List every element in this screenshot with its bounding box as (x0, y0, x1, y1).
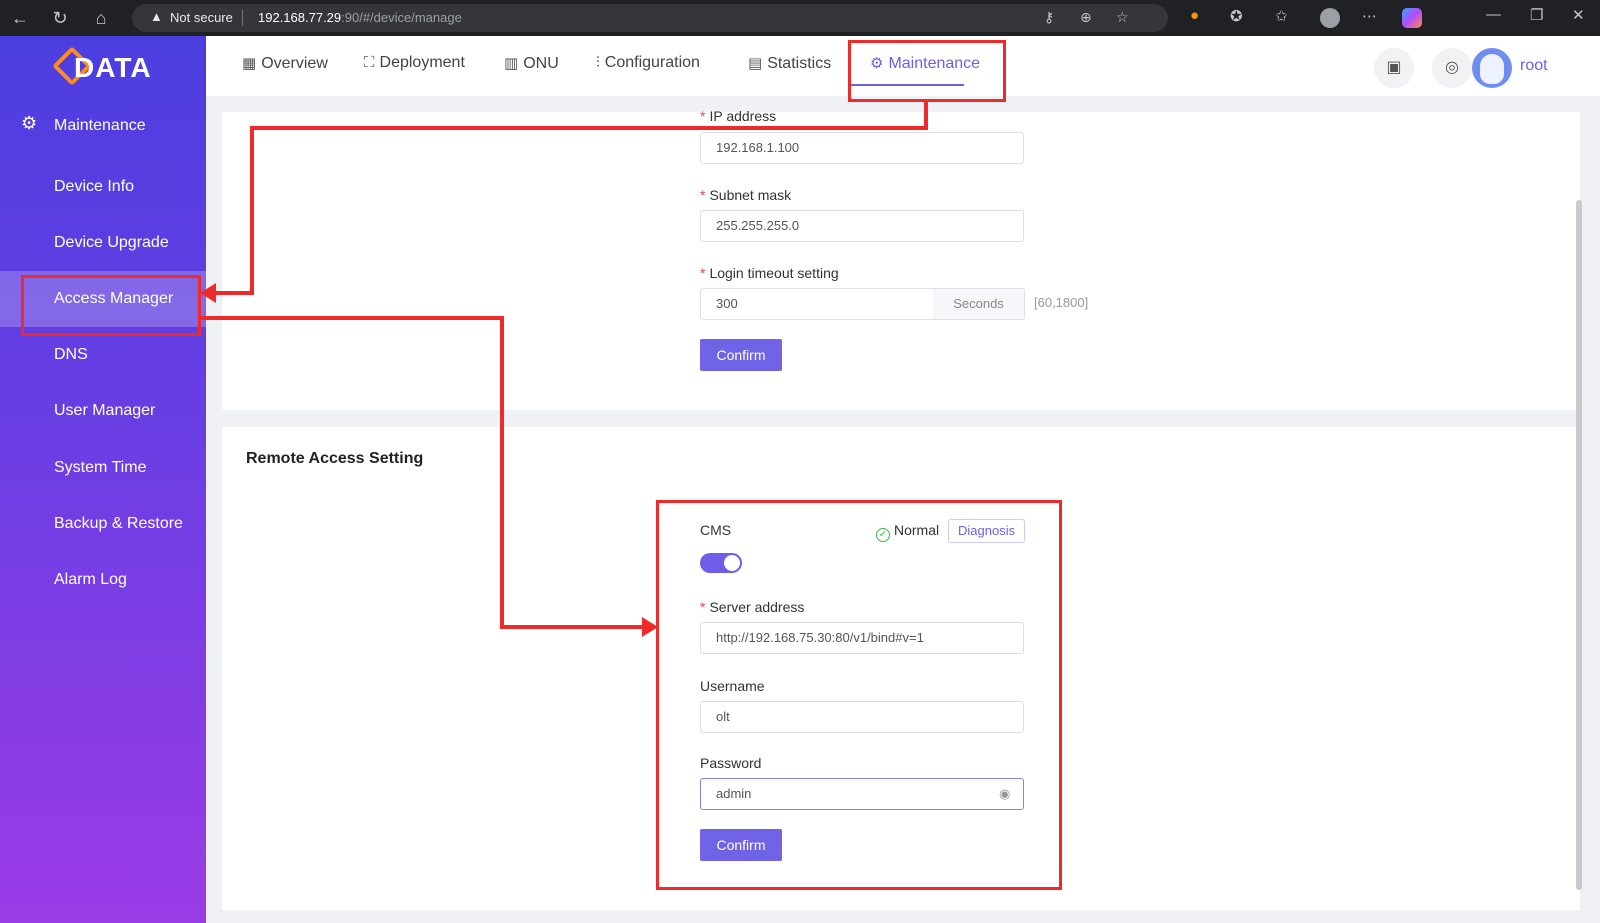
annotation-arrows (200, 102, 928, 637)
arrowhead-access-manager (200, 283, 216, 303)
arrow-access-manager-to-remote (201, 316, 642, 629)
arrow-maintenance-to-access-manager (214, 102, 928, 295)
arrowhead-remote-access (642, 617, 658, 637)
screenshot-frame: ← ↻ ⌂ ▲ Not secure 192.168.77.29:90/#/de… (0, 0, 1600, 923)
